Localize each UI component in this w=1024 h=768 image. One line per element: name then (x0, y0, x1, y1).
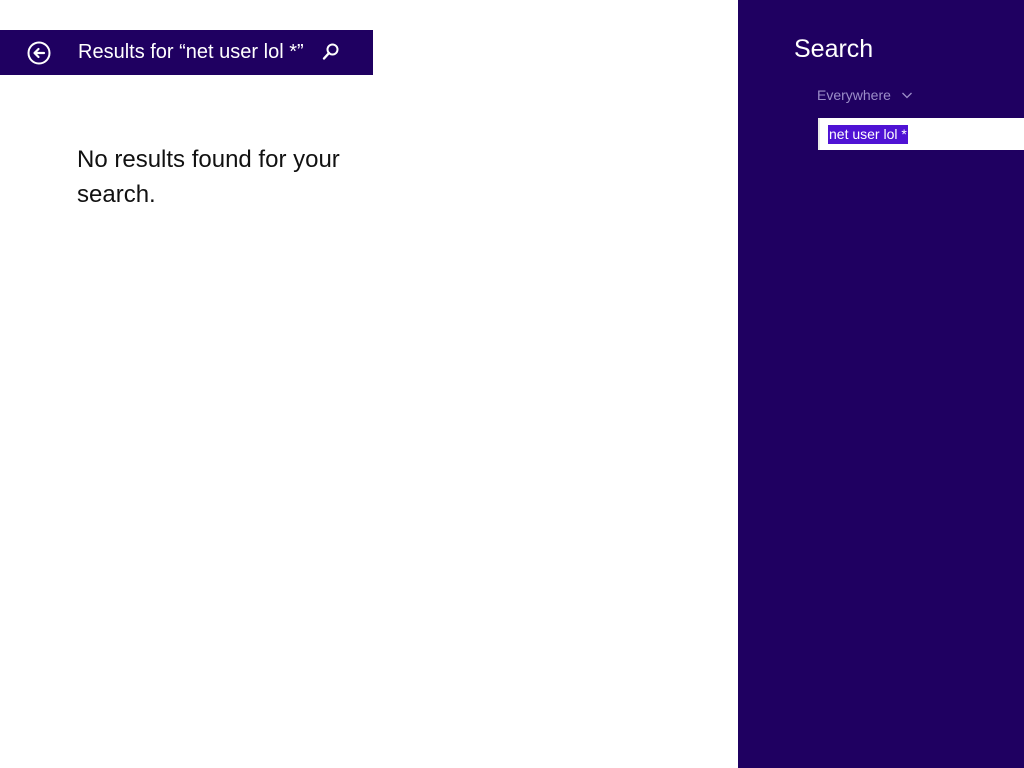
results-title: Results for “net user lol *” (78, 41, 304, 63)
search-icon (322, 43, 339, 60)
back-button[interactable] (27, 41, 51, 65)
search-charm-pane: Search Everywhere net user lol * (738, 0, 1024, 768)
header-search-button[interactable] (321, 42, 341, 62)
search-results-page: Results for “net user lol *” No results … (0, 0, 1024, 768)
chevron-down-icon (901, 92, 912, 99)
search-input[interactable]: net user lol * (818, 118, 1024, 150)
results-header-bar: Results for “net user lol *” (0, 30, 373, 75)
scope-selected-label: Everywhere (817, 87, 891, 103)
back-arrow-icon (27, 41, 51, 65)
charm-title: Search (794, 35, 874, 63)
scope-dropdown[interactable]: Everywhere (817, 84, 913, 106)
no-results-message: No results found for your search. (77, 146, 340, 208)
search-input-value: net user lol * (828, 125, 908, 144)
